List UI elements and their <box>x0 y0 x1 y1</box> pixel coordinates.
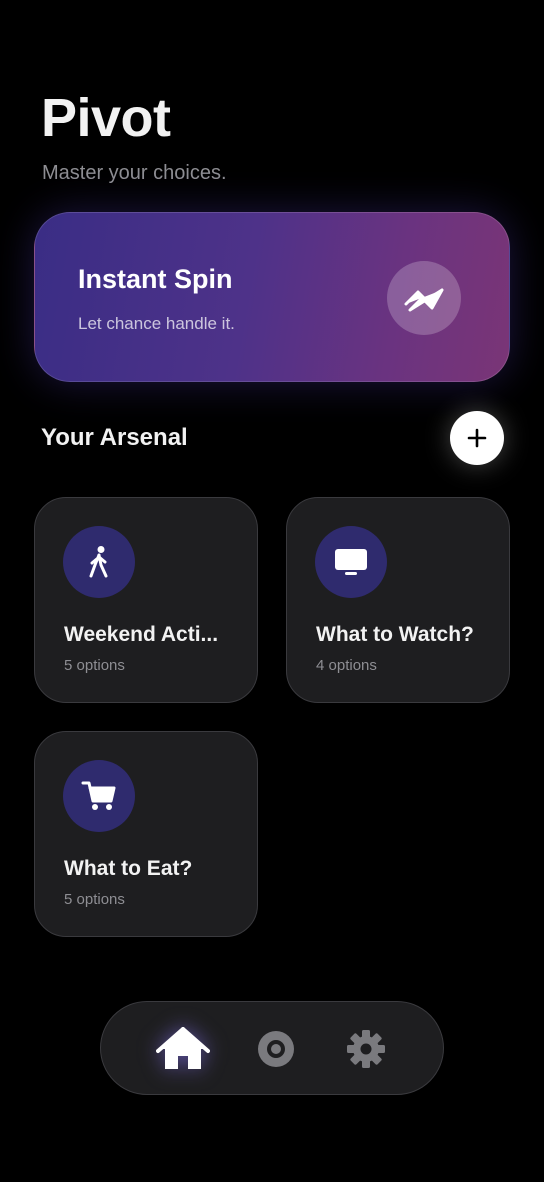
plus-icon <box>467 428 487 448</box>
card-count: 4 options <box>316 657 377 674</box>
card-title: What to Eat? <box>64 857 193 880</box>
list-card-what-to-watch[interactable]: What to Watch? 4 options <box>286 497 510 703</box>
walking-person-icon <box>63 526 135 598</box>
app-title: Pivot <box>41 88 171 148</box>
tab-settings[interactable] <box>339 1022 393 1076</box>
shopping-cart-icon <box>63 760 135 832</box>
instant-spin-subtitle: Let chance handle it. <box>78 314 235 333</box>
card-count: 5 options <box>64 891 125 908</box>
tab-spin[interactable] <box>249 1022 303 1076</box>
tv-icon <box>315 526 387 598</box>
instant-spin-title: Instant Spin <box>78 264 233 294</box>
target-icon <box>258 1031 294 1067</box>
list-card-what-to-eat[interactable]: What to Eat? 5 options <box>34 731 258 937</box>
home-icon <box>156 1027 210 1069</box>
add-list-button[interactable] <box>450 411 504 465</box>
instant-spin-card[interactable]: Instant Spin Let chance handle it. <box>34 212 510 382</box>
section-title: Your Arsenal <box>41 424 188 451</box>
card-count: 5 options <box>64 657 125 674</box>
squiggle-wave-icon <box>387 261 461 335</box>
list-card-weekend-activities[interactable]: Weekend Acti... 5 options <box>34 497 258 703</box>
card-title: Weekend Acti... <box>64 623 219 646</box>
gear-icon <box>347 1030 385 1068</box>
tab-home[interactable] <box>156 1022 210 1076</box>
tab-bar <box>100 1001 444 1095</box>
app-subtitle: Master your choices. <box>42 162 227 184</box>
card-title: What to Watch? <box>316 623 474 646</box>
